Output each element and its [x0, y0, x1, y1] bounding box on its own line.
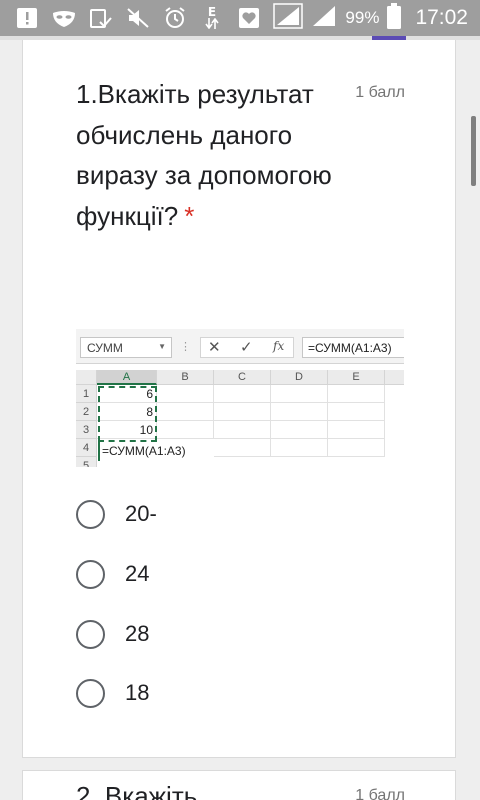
function-icon: fx [273, 339, 285, 353]
clock-time: 17:02 [415, 6, 468, 29]
excel-cell-a3: 10 [97, 421, 157, 439]
required-asterisk: * [184, 200, 195, 231]
excel-cell-a4: =СУММ(A1:A3) [98, 442, 188, 461]
excel-cell [328, 403, 385, 421]
excel-cell [271, 403, 328, 421]
excel-name-box-text: СУММ [87, 341, 123, 355]
mute-icon [125, 5, 151, 31]
question-points: 1 балл [355, 84, 405, 101]
excel-col-header: B [157, 370, 214, 385]
signal-icon [273, 3, 304, 33]
excel-cell [214, 421, 271, 439]
excel-cell-a2: 8 [97, 403, 157, 421]
excel-cell [157, 403, 214, 421]
excel-cell [328, 439, 385, 457]
excel-cell [214, 403, 271, 421]
task-check-icon [88, 5, 114, 31]
excel-formula-text: =СУММ(A1:A3) [302, 337, 404, 358]
excel-row-header: 2 [76, 403, 97, 421]
excel-row-header: 5 [76, 457, 97, 467]
excel-corner [76, 370, 97, 385]
check-icon: ✓ [240, 339, 253, 356]
excel-cell [271, 385, 328, 403]
option-2[interactable]: 24 [76, 554, 376, 594]
excel-cell [271, 421, 328, 439]
radio-button[interactable] [76, 559, 105, 589]
option-3[interactable]: 28 [76, 614, 376, 654]
cancel-icon: ✕ [208, 339, 221, 356]
data-transfer-icon: E [199, 5, 225, 31]
status-bar: E 99% 17:02 [0, 0, 480, 36]
excel-cell-a1: 6 [97, 385, 157, 403]
option-label: 28 [125, 621, 150, 646]
excel-col-header: D [271, 370, 328, 385]
excel-cell [328, 421, 385, 439]
question-title: 1.Вкажіть результат обчислень даного вир… [76, 74, 346, 236]
option-4[interactable]: 18 [76, 673, 376, 713]
question-points: 1 балл [355, 787, 405, 800]
option-1[interactable]: 20- [76, 494, 376, 534]
excel-cell [157, 385, 214, 403]
excel-col-header: C [214, 370, 271, 385]
battery-icon [387, 3, 402, 33]
radio-button[interactable] [76, 678, 105, 708]
excel-cell [271, 439, 328, 457]
battery-percent: 99% [345, 8, 380, 27]
excel-col-header: A [97, 370, 157, 385]
mask-icon [51, 5, 77, 31]
question-image: СУММ ▼ ⋮ ✕ ✓ fx =СУММ(A1:A3) A B C D E 1… [76, 329, 404, 467]
alarm-icon [162, 5, 188, 31]
scrollbar[interactable] [471, 116, 476, 186]
excel-grip-icon: ⋮ [180, 341, 191, 353]
excel-col-header-partial [385, 370, 404, 385]
excel-formula-bar: СУММ ▼ ⋮ ✕ ✓ fx =СУММ(A1:A3) [76, 329, 404, 364]
excel-col-header: E [328, 370, 385, 385]
dropdown-arrow-icon: ▼ [158, 342, 166, 351]
excel-row-header: 4 [76, 439, 97, 457]
question-card: 1.Вкажіть результат обчислень даного вир… [22, 40, 456, 758]
excel-row-header: 1 [76, 385, 97, 403]
option-label: 24 [125, 561, 150, 586]
option-label: 20- [125, 501, 157, 526]
excel-cell [157, 421, 214, 439]
option-label: 18 [125, 680, 150, 705]
question-title: 2. Вкажіть [76, 781, 198, 800]
excel-name-box: СУММ ▼ [80, 337, 172, 358]
excel-row-header: 3 [76, 421, 97, 439]
question-card-2: 2. Вкажіть 1 балл [22, 770, 456, 800]
heart-icon [236, 5, 262, 31]
excel-cell [214, 439, 271, 457]
radio-button[interactable] [76, 619, 105, 649]
notification-alert-icon [14, 5, 40, 31]
radio-button[interactable] [76, 499, 105, 529]
signal-icon-2 [311, 4, 337, 32]
excel-cell [328, 385, 385, 403]
question-title-text: 1.Вкажіть результат обчислень даного вир… [76, 79, 332, 231]
excel-cell [214, 385, 271, 403]
